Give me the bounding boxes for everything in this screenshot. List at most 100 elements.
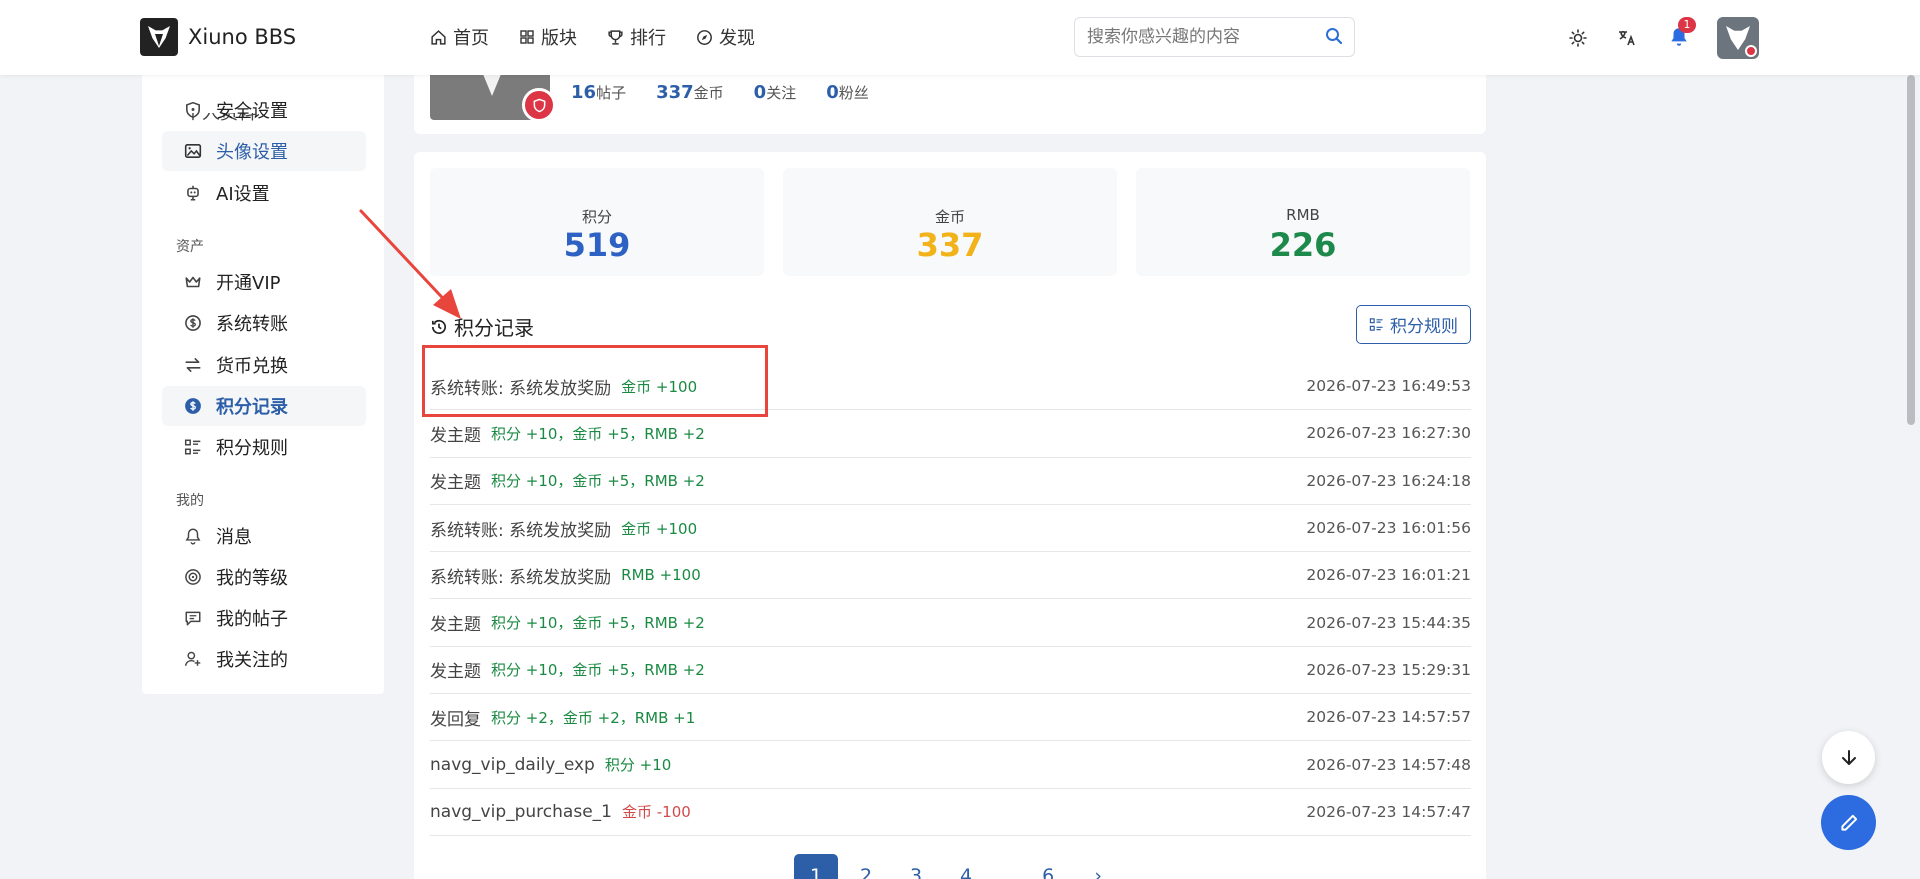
record-time: 2026-07-23 14:57:48: [1306, 755, 1471, 774]
record-row: 发主题 积分 +10，金币 +5，RMB +2 2026-07-23 16:27:3…: [430, 410, 1471, 458]
record-row: 系统转账: 系统发放奖励 RMB +100 2026-07-23 16:01:21: [430, 552, 1471, 600]
image-icon: [184, 144, 202, 158]
sidebar-item-label: 积分记录: [216, 397, 288, 418]
record-time: 2026-07-23 15:44:35: [1306, 613, 1471, 632]
sidebar-item-messages[interactable]: 消息: [162, 516, 366, 556]
nav-home-label: 首页: [453, 28, 489, 49]
record-desc: 系统转账: 系统发放奖励: [430, 520, 612, 541]
theme-toggle-icon[interactable]: [1568, 28, 1588, 48]
notification-badge: 1: [1678, 17, 1696, 33]
pencil-icon: [1840, 814, 1857, 831]
record-change: 积分 +2，金币 +2，RMB +1: [491, 708, 696, 727]
avatar-status-dot: [1745, 45, 1757, 57]
record-time: 2026-07-23 16:27:30: [1306, 424, 1471, 443]
page-button-last[interactable]: 6: [1026, 854, 1070, 879]
record-change: 金币 -100: [621, 803, 691, 822]
points-rules-button[interactable]: 积分规则: [1356, 305, 1471, 344]
bell-icon: [185, 528, 201, 545]
search-input[interactable]: [1075, 18, 1305, 56]
page-next-button[interactable]: ›: [1076, 854, 1120, 879]
sidebar-group-mine: 我的: [176, 493, 204, 509]
record-desc: 发主题: [430, 615, 481, 636]
record-change: 积分 +10，金币 +5，RMB +2: [491, 472, 705, 491]
page-button[interactable]: 1: [794, 854, 838, 879]
user-avatar[interactable]: [1717, 17, 1759, 59]
arrow-down-icon: [1841, 749, 1856, 765]
sidebar-item-label: 货币兑换: [216, 356, 288, 377]
crown-icon: [185, 276, 201, 288]
record-row: 发主题 积分 +10，金币 +5，RMB +2 2026-07-23 16:24:1…: [430, 458, 1471, 505]
records-list: 系统转账: 系统发放奖励 金币 +100 2026-07-23 16:49:53 发…: [430, 363, 1471, 836]
search-icon[interactable]: [1324, 26, 1344, 46]
sidebar-item-my-posts[interactable]: 我的帖子: [162, 598, 366, 638]
record-row: navg_vip_purchase_1 金币 -100 2026-07-23 14:…: [430, 789, 1471, 836]
main-nav: 首页 版块 排行 发现: [430, 24, 755, 50]
sidebar-item-following[interactable]: 我关注的: [162, 639, 366, 679]
page-button[interactable]: 4: [944, 854, 988, 879]
page-ellipsis: ...: [998, 865, 1017, 879]
stat-number: 0: [753, 82, 767, 103]
dollar-circle-icon: [185, 398, 201, 414]
balance-value: 519: [563, 226, 631, 264]
record-row: 发回复 积分 +2，金币 +2，RMB +1 2026-07-23 14:57:57: [430, 694, 1471, 742]
profile-stat-followers[interactable]: 0粉丝: [826, 82, 869, 103]
sidebar-item-points-rules[interactable]: 积分规则: [162, 427, 366, 467]
nav-forums-label: 版块: [541, 28, 577, 49]
record-desc: 发主题: [430, 662, 481, 683]
record-time: 2026-07-23 14:57:47: [1306, 802, 1471, 821]
nav-ranking-label: 排行: [630, 28, 666, 49]
shield-badge-icon: [522, 88, 556, 122]
sidebar-item-exchange[interactable]: 货币兑换: [162, 345, 366, 385]
record-desc: navg_vip_purchase_1: [430, 801, 612, 822]
record-time: 2026-07-23 14:57:57: [1306, 708, 1471, 727]
balance-rmb: RMB 226: [1136, 168, 1470, 276]
record-change: 积分 +10，金币 +5，RMB +2: [491, 424, 705, 443]
sidebar-item-ai[interactable]: AI设置: [162, 173, 366, 213]
sidebar-item-label: AI设置: [216, 184, 270, 205]
profile-stat-following[interactable]: 0关注: [754, 82, 797, 103]
annotation-highlight-box: [422, 345, 768, 417]
site-logo[interactable]: Xiuno BBS: [140, 18, 296, 56]
sidebar-item-label: 头像设置: [216, 142, 288, 163]
balance-label: RMB: [1286, 206, 1320, 224]
scrollbar-thumb[interactable]: [1907, 75, 1915, 425]
nav-forums[interactable]: 版块: [519, 24, 577, 50]
record-change: RMB +100: [621, 566, 701, 585]
balance-coins: 金币 337: [783, 168, 1117, 276]
balance-value: 226: [1269, 226, 1337, 264]
record-time: 2026-07-23 16:24:18: [1306, 471, 1471, 490]
post-icon: [185, 611, 201, 626]
new-post-button[interactable]: [1821, 795, 1876, 850]
record-change: 积分 +10，金币 +5，RMB +2: [491, 614, 705, 633]
sidebar-item-level[interactable]: 我的等级: [162, 557, 366, 597]
points-record-panel: 积分 519 金币 337 RMB 226 积分记录 积分规则 系统转账: 系统…: [414, 152, 1486, 879]
scroll-down-button[interactable]: [1822, 731, 1875, 784]
sidebar-item-transfer[interactable]: 系统转账: [162, 303, 366, 343]
sidebar-item-label: 我关注的: [216, 650, 288, 671]
record-time: 2026-07-23 16:49:53: [1306, 377, 1471, 396]
record-time: 2026-07-23 15:29:31: [1306, 660, 1471, 679]
sidebar-item-points-record[interactable]: 积分记录: [162, 386, 366, 426]
stat-label: 关注: [766, 84, 797, 102]
profile-stat-coins[interactable]: 337金币: [656, 82, 724, 103]
sidebar-item-label: 积分规则: [216, 438, 288, 459]
translate-icon[interactable]: [1617, 28, 1637, 48]
user-follow-icon: [184, 651, 201, 666]
nav-discover[interactable]: 发现: [696, 24, 755, 50]
nav-ranking[interactable]: 排行: [607, 24, 666, 50]
record-change: 金币 +100: [621, 519, 698, 538]
robot-icon: [187, 185, 199, 201]
shield-icon: [186, 101, 200, 119]
page-button[interactable]: 3: [894, 854, 938, 879]
profile-stat-posts[interactable]: 16帖子: [571, 82, 626, 103]
sidebar-item-vip[interactable]: 开通VIP: [162, 262, 366, 302]
nav-home[interactable]: 首页: [430, 24, 489, 50]
page-button[interactable]: 2: [844, 854, 888, 879]
record-row: 发主题 积分 +10，金币 +5，RMB +2 2026-07-23 15:44:3…: [430, 599, 1471, 647]
sidebar-item-security[interactable]: 安全设置: [162, 90, 366, 130]
list-icon: [184, 439, 201, 455]
sidebar-item-avatar[interactable]: 头像设置: [162, 131, 366, 171]
record-time: 2026-07-23 16:01:21: [1306, 566, 1471, 585]
list-icon: [1369, 318, 1383, 331]
stat-number: 0: [826, 82, 839, 103]
